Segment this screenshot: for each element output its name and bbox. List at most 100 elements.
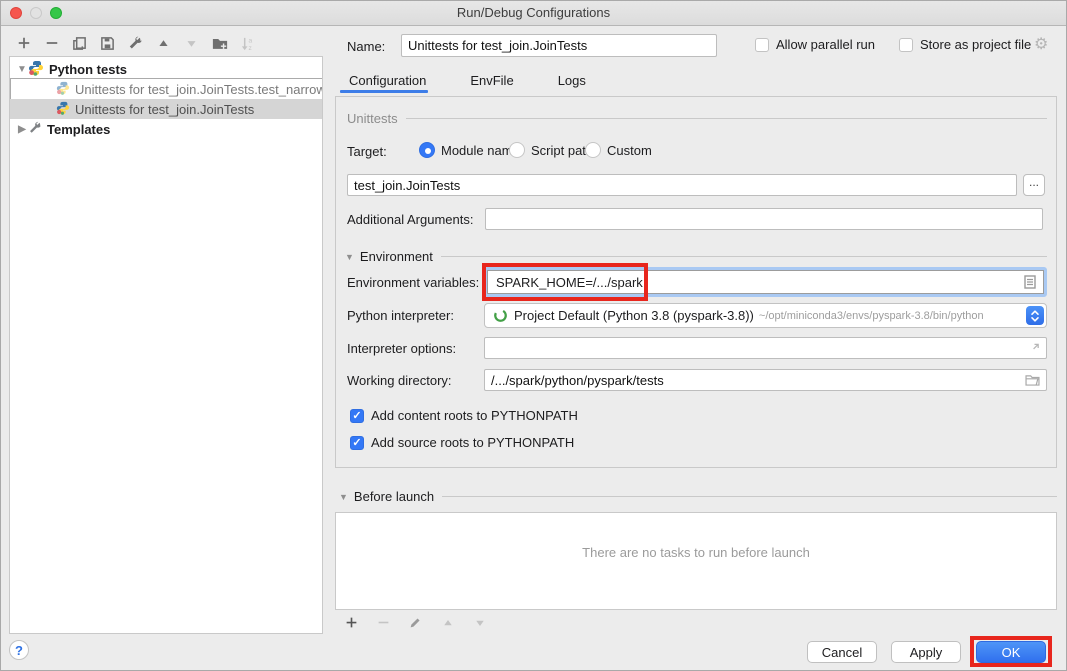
additional-arguments-label: Additional Arguments: — [347, 212, 473, 227]
python-test-config-icon — [56, 101, 70, 118]
task-move-down-icon — [471, 614, 488, 631]
question-mark-icon: ? — [15, 643, 23, 658]
environment-variables-input[interactable]: SPARK_HOME=/.../spark — [484, 267, 1047, 297]
checkbox-icon[interactable] — [755, 38, 769, 52]
radio-script-path[interactable]: Script path — [509, 142, 593, 158]
move-down-icon — [183, 35, 200, 52]
environment-section-label: Environment — [360, 249, 433, 264]
chevron-down-icon[interactable]: ▼ — [339, 492, 348, 502]
checkbox-icon[interactable] — [899, 38, 913, 52]
tree-item-python-tests[interactable]: ▼ Python tests — [10, 59, 322, 79]
radio-custom-label: Custom — [607, 143, 652, 158]
name-value: Unittests for test_join.JoinTests — [408, 38, 587, 53]
before-launch-label: Before launch — [354, 489, 434, 504]
add-source-roots-checkbox[interactable]: ✓ Add source roots to PYTHONPATH — [350, 435, 574, 450]
tree-item-label: Python tests — [49, 62, 127, 77]
browse-module-button[interactable]: ... — [1023, 174, 1045, 196]
tree-item-label: Unittests for test_join.JoinTests — [75, 102, 254, 117]
chevron-down-icon[interactable]: ▼ — [16, 64, 28, 75]
edit-variables-icon[interactable] — [1024, 275, 1036, 289]
gear-icon[interactable]: ⚙ — [1034, 34, 1048, 54]
remove-task-icon — [375, 614, 392, 631]
active-tab-underline — [340, 90, 428, 93]
no-tasks-message: There are no tasks to run before launch — [336, 545, 1056, 560]
checkbox-checked-icon[interactable]: ✓ — [350, 409, 364, 423]
radio-icon[interactable] — [419, 142, 435, 158]
add-configuration-icon[interactable] — [15, 35, 32, 52]
edit-task-icon — [407, 614, 424, 631]
tab-envfile[interactable]: EnvFile — [468, 69, 515, 96]
move-up-icon[interactable] — [155, 35, 172, 52]
module-name-value: test_join.JoinTests — [354, 178, 460, 193]
tree-item-templates[interactable]: ▶ Templates — [10, 119, 322, 139]
before-launch-tasks-panel: There are no tasks to run before launch — [335, 512, 1057, 610]
name-input[interactable]: Unittests for test_join.JoinTests — [401, 34, 717, 57]
store-as-project-file-checkbox[interactable]: Store as project file — [899, 37, 1031, 52]
radio-module-name[interactable]: Module name — [419, 142, 520, 158]
additional-arguments-input[interactable] — [485, 208, 1043, 230]
python-tests-icon — [28, 60, 44, 79]
svg-text:a: a — [248, 37, 252, 44]
ellipsis-icon: ... — [1029, 175, 1039, 189]
new-folder-icon[interactable] — [211, 35, 228, 52]
radio-icon[interactable] — [509, 142, 525, 158]
working-directory-input[interactable]: /.../spark/python/pyspark/tests — [484, 369, 1047, 391]
python-interpreter-label: Python interpreter: — [347, 308, 454, 323]
apply-button-label: Apply — [910, 645, 943, 660]
store-as-project-file-label: Store as project file — [920, 37, 1031, 52]
tree-item-unittests-narrow[interactable]: Unittests for test_join.JoinTests.test_n… — [10, 79, 322, 99]
before-launch-toolbar — [343, 614, 488, 631]
checkbox-checked-icon[interactable]: ✓ — [350, 436, 364, 450]
radio-script-path-label: Script path — [531, 143, 593, 158]
window-title: Run/Debug Configurations — [1, 5, 1066, 20]
cancel-button[interactable]: Cancel — [807, 641, 877, 663]
working-directory-label: Working directory: — [347, 373, 452, 388]
conda-env-icon — [493, 308, 508, 323]
edit-templates-icon[interactable] — [127, 35, 144, 52]
help-button[interactable]: ? — [9, 640, 29, 660]
chevron-down-icon[interactable]: ▼ — [345, 252, 354, 262]
radio-module-name-label: Module name — [441, 143, 520, 158]
radio-icon[interactable] — [585, 142, 601, 158]
copy-configuration-icon[interactable] — [71, 35, 88, 52]
chevron-right-icon[interactable]: ▶ — [16, 124, 28, 135]
tree-item-label: Unittests for test_join.JoinTests.test_n… — [75, 82, 322, 97]
remove-configuration-icon[interactable] — [43, 35, 60, 52]
before-launch-section-header[interactable]: ▼ Before launch — [339, 489, 1057, 504]
environment-section-header[interactable]: ▼ Environment — [345, 249, 1047, 264]
allow-parallel-run-checkbox[interactable]: Allow parallel run — [755, 37, 875, 52]
apply-button[interactable]: Apply — [891, 641, 961, 663]
python-interpreter-select[interactable]: Project Default (Python 3.8 (pyspark-3.8… — [484, 303, 1047, 328]
python-test-config-icon — [56, 81, 70, 98]
add-source-roots-label: Add source roots to PYTHONPATH — [371, 435, 574, 450]
radio-custom[interactable]: Custom — [585, 142, 652, 158]
run-debug-configurations-dialog: Run/Debug Configurations az ▼ — [0, 0, 1067, 671]
target-label: Target: — [347, 144, 387, 159]
configurations-tree: ▼ Python tests Unittests for test_join.J… — [9, 56, 323, 634]
unittests-section-label: Unittests — [347, 111, 398, 126]
expand-field-icon[interactable] — [1029, 343, 1040, 354]
add-content-roots-checkbox[interactable]: ✓ Add content roots to PYTHONPATH — [350, 408, 578, 423]
cancel-button-label: Cancel — [822, 645, 862, 660]
task-move-up-icon — [439, 614, 456, 631]
sort-alphabetically-icon: az — [239, 35, 256, 52]
tree-item-label: Templates — [47, 122, 110, 137]
folder-icon[interactable] — [1025, 374, 1040, 386]
svg-text:z: z — [248, 45, 251, 51]
configurations-toolbar: az — [15, 33, 256, 53]
python-interpreter-path: ~/opt/miniconda3/envs/pyspark-3.8/bin/py… — [759, 310, 984, 322]
working-directory-value: /.../spark/python/pyspark/tests — [491, 373, 664, 388]
interpreter-options-label: Interpreter options: — [347, 341, 456, 356]
module-name-input[interactable]: test_join.JoinTests — [347, 174, 1017, 196]
save-configuration-icon[interactable] — [99, 35, 116, 52]
tree-item-unittests-jointests-selected[interactable]: Unittests for test_join.JoinTests — [10, 99, 322, 119]
add-task-icon[interactable] — [343, 614, 360, 631]
ok-button-label: OK — [1002, 645, 1021, 660]
ok-button[interactable]: OK — [976, 641, 1046, 663]
dropdown-stepper-icon[interactable] — [1026, 306, 1044, 325]
add-content-roots-label: Add content roots to PYTHONPATH — [371, 408, 578, 423]
interpreter-options-input[interactable] — [484, 337, 1047, 359]
tab-logs[interactable]: Logs — [556, 69, 588, 96]
allow-parallel-run-label: Allow parallel run — [776, 37, 875, 52]
name-label: Name: — [347, 39, 385, 54]
